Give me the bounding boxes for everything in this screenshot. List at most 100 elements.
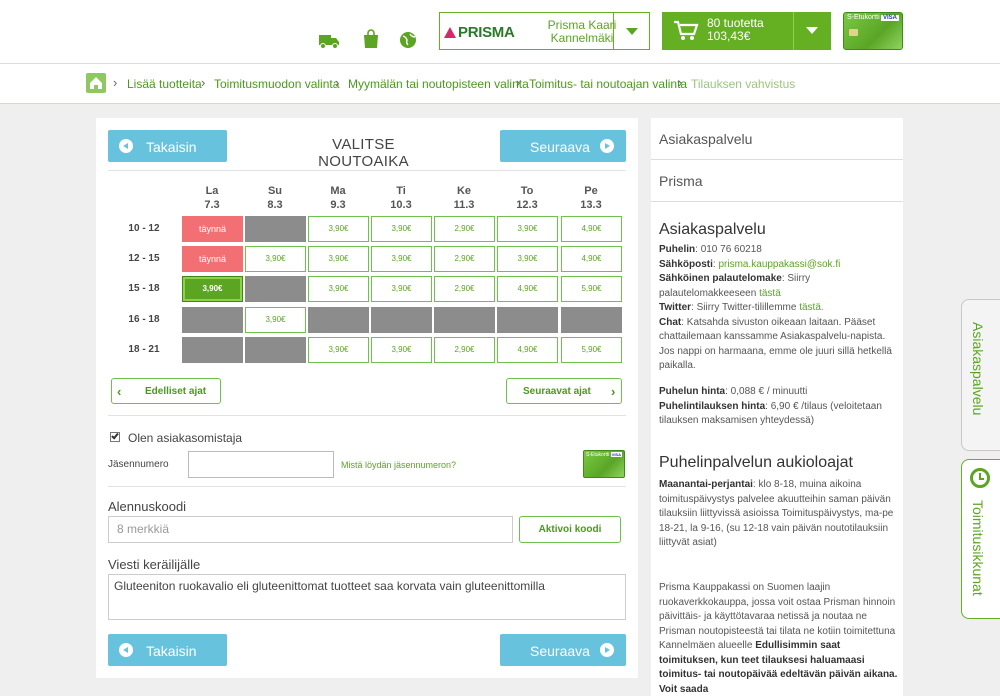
customer-service-tab[interactable]: Asiakaspalvelu xyxy=(961,299,1000,451)
time-slot[interactable]: 3,90€ xyxy=(371,276,432,302)
time-slot[interactable]: 2,90€ xyxy=(434,216,495,242)
time-slot-unavailable xyxy=(245,337,306,363)
bag-icon[interactable] xyxy=(360,29,382,49)
cart-summary[interactable]: 80 tuotetta 103,43€ xyxy=(662,12,831,50)
time-slot[interactable]: 2,90€ xyxy=(434,246,495,272)
member-checkbox[interactable] xyxy=(110,431,120,442)
time-slot[interactable]: 2,90€ xyxy=(434,276,495,302)
clock-icon xyxy=(970,468,990,488)
breadcrumb: › Lisää tuotteita › Toimitusmuodon valin… xyxy=(0,64,1000,104)
message-textarea[interactable]: Gluteeniton ruokavalio eli gluteenittoma… xyxy=(108,574,626,620)
chevron-right-icon: › xyxy=(611,384,616,399)
member-number-label: Jäsennumero xyxy=(108,459,169,470)
hours-heading: Puhelinpalvelun aukioloajat xyxy=(659,454,853,471)
time-slot-unavailable xyxy=(182,307,243,333)
cart-dropdown-button[interactable] xyxy=(793,12,831,50)
previous-times-button[interactable]: ‹ Edelliset ajat xyxy=(111,378,221,404)
breadcrumb-item-current: Tilauksen vahvistus xyxy=(691,77,796,91)
time-slot[interactable]: 3,90€ xyxy=(308,337,369,363)
time-slot-full: täynnä xyxy=(182,216,243,242)
day-name: Pe xyxy=(584,185,598,197)
day-date: 11.3 xyxy=(453,199,475,211)
day-name: Ti xyxy=(396,185,406,197)
s-etukortti-card[interactable]: S-Etukortti VISA xyxy=(843,12,903,50)
breadcrumb-item[interactable]: Toimitus- tai noutoajan valinta xyxy=(529,77,687,91)
activate-code-button[interactable]: Aktivoi koodi xyxy=(519,516,621,543)
time-slot-unavailable xyxy=(245,276,306,302)
breadcrumb-separator: › xyxy=(516,75,521,90)
day-header: Ma 9.3 xyxy=(308,184,368,212)
day-header: Ke 11.3 xyxy=(434,184,494,212)
time-slot[interactable]: 4,90€ xyxy=(497,337,558,363)
back-button[interactable]: Takaisin xyxy=(108,130,227,162)
truck-icon[interactable] xyxy=(318,30,340,50)
time-slot[interactable]: 4,90€ xyxy=(561,246,622,272)
time-slot-unavailable xyxy=(371,307,432,333)
breadcrumb-item[interactable]: Lisää tuotteita xyxy=(127,77,202,91)
store-selector[interactable]: PRISMA Prisma Kaari Kannelmäki xyxy=(439,12,650,50)
breadcrumb-separator: › xyxy=(678,75,683,90)
time-slot[interactable]: 3,90€ xyxy=(308,246,369,272)
time-slot[interactable]: 3,90€ xyxy=(245,246,306,272)
chevron-left-icon: ‹ xyxy=(117,384,122,399)
divider xyxy=(108,486,626,487)
time-slot[interactable]: 5,90€ xyxy=(561,337,622,363)
home-icon[interactable] xyxy=(86,73,106,93)
day-name: Su xyxy=(267,185,283,197)
cs-heading: Asiakaspalvelu xyxy=(659,221,766,238)
next-button[interactable]: Seuraava xyxy=(500,130,626,162)
next-times-button[interactable]: Seuraavat ajat › xyxy=(506,378,622,404)
breadcrumb-item[interactable]: Toimitusmuodon valinta xyxy=(214,77,339,91)
day-header: Ti 10.3 xyxy=(371,184,431,212)
breadcrumb-item[interactable]: Myymälän tai noutopisteen valinta xyxy=(348,77,529,91)
time-slot[interactable]: 3,90€ xyxy=(371,337,432,363)
back-button-bottom[interactable]: Takaisin xyxy=(108,634,227,666)
message-label: Viesti keräilijälle xyxy=(108,557,201,572)
time-slot[interactable]: 2,90€ xyxy=(434,337,495,363)
member-number-input[interactable] xyxy=(188,451,334,478)
email-link[interactable]: prisma.kauppakassi@sok.fi xyxy=(718,259,840,270)
breadcrumb-separator: › xyxy=(113,75,118,90)
time-slot[interactable]: 4,90€ xyxy=(561,216,622,242)
arrow-right-icon xyxy=(600,139,614,153)
globe-icon[interactable] xyxy=(397,30,419,50)
feedback-link[interactable]: tästä xyxy=(759,288,781,299)
day-date: 10.3 xyxy=(390,199,412,211)
day-header: La 7.3 xyxy=(182,184,242,212)
time-slot-selected[interactable]: 3,90€ xyxy=(182,276,243,302)
time-slot[interactable]: 3,90€ xyxy=(308,276,369,302)
time-slot-unavailable xyxy=(308,307,369,333)
time-range-label: 16 - 18 xyxy=(128,314,160,325)
day-name: To xyxy=(520,185,534,197)
customer-service-sidebar: Asiakaspalvelu Prisma Asiakaspalvelu Puh… xyxy=(651,118,903,696)
time-slot[interactable]: 3,90€ xyxy=(497,216,558,242)
time-slot[interactable]: 4,90€ xyxy=(497,276,558,302)
delivery-windows-tab[interactable]: Toimitusikkunat xyxy=(961,459,1000,619)
day-date: 7.3 xyxy=(204,199,220,211)
time-slot[interactable]: 5,90€ xyxy=(561,276,622,302)
cart-icon xyxy=(674,20,699,40)
check-icon xyxy=(111,431,119,440)
day-header: To 12.3 xyxy=(497,184,557,212)
prisma-logo: PRISMA xyxy=(444,24,515,41)
time-slot[interactable]: 3,90€ xyxy=(245,307,306,333)
time-slot[interactable]: 3,90€ xyxy=(371,216,432,242)
store-dropdown-button[interactable] xyxy=(613,13,649,49)
sidebar-link-prisma[interactable]: Prisma xyxy=(651,160,903,202)
day-date: 12.3 xyxy=(516,199,538,211)
day-header: Su 8.3 xyxy=(245,184,305,212)
next-button-bottom[interactable]: Seuraava xyxy=(500,634,626,666)
day-date: 13.3 xyxy=(580,199,602,211)
discount-code-input[interactable]: 8 merkkiä xyxy=(108,516,513,543)
day-date: 8.3 xyxy=(267,199,283,211)
time-slot-unavailable xyxy=(182,337,243,363)
member-number-help-link[interactable]: Mistä löydän jäsennumeron? xyxy=(341,460,456,470)
time-slot[interactable]: 3,90€ xyxy=(371,246,432,272)
sidebar-link-asiakaspalvelu[interactable]: Asiakaspalvelu xyxy=(651,118,903,160)
time-slot-unavailable xyxy=(245,216,306,242)
arrow-left-icon xyxy=(119,139,133,153)
card-label: S-Etukortti xyxy=(847,14,880,21)
time-slot[interactable]: 3,90€ xyxy=(308,216,369,242)
twitter-link[interactable]: tästä. xyxy=(799,302,823,313)
time-slot[interactable]: 3,90€ xyxy=(497,246,558,272)
